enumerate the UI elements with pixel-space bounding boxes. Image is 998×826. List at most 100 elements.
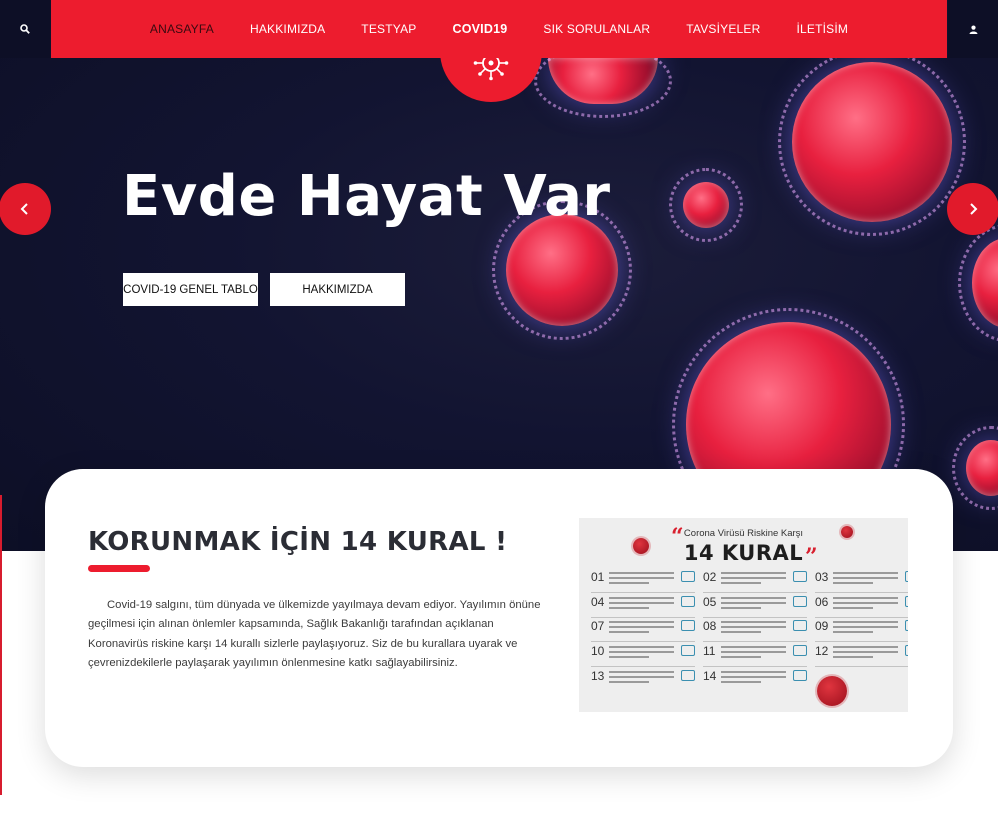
search-icon — [20, 24, 30, 34]
rule-number: 07 — [591, 619, 605, 633]
rule-number: 12 — [815, 644, 829, 658]
slider-prev-button[interactable] — [0, 183, 51, 235]
user-icon — [969, 25, 977, 34]
rule-icon — [681, 620, 695, 631]
rule-icon — [681, 571, 695, 582]
rule-item: 04 — [591, 595, 695, 617]
rule-icon — [681, 596, 695, 607]
rule-text-lines — [721, 644, 793, 661]
side-accent-line — [0, 495, 2, 795]
nav-sik-sorulanlar[interactable]: SIK SORULANLAR — [543, 22, 650, 36]
rule-item: 03 — [815, 570, 908, 592]
infographic-header: Corona Virüsü Riskine Karşı — [683, 528, 804, 539]
infographic-title: 14 KURAL — [683, 541, 804, 565]
rule-divider — [815, 641, 908, 642]
rule-number: 13 — [591, 669, 605, 683]
rules-infographic: “ ” Corona Virüsü Riskine Karşı 14 KURAL… — [579, 518, 908, 712]
rule-number: 06 — [815, 595, 829, 609]
chevron-right-icon — [970, 203, 978, 215]
rule-number: 03 — [815, 570, 829, 584]
nav-anasayfa[interactable]: ANASAYFA — [150, 22, 214, 36]
rule-divider — [703, 641, 807, 642]
rule-text-lines — [833, 570, 905, 587]
nav-iletisim[interactable]: İLETİSİM — [797, 22, 849, 36]
rule-number: 08 — [703, 619, 717, 633]
section-title: KORUNMAK İÇİN 14 KURAL ! — [88, 527, 508, 557]
search-button[interactable] — [0, 0, 50, 58]
main-navigation: ANASAYFA HAKKIMIZDA TESTYAP COVID19 SIK … — [51, 0, 947, 58]
rule-text-lines — [721, 570, 793, 587]
virus-illustration — [952, 426, 998, 510]
nav-testyap[interactable]: TESTYAP — [361, 22, 416, 36]
rule-item: 08 — [703, 619, 807, 641]
rule-text-lines — [609, 619, 681, 636]
rule-divider — [703, 617, 807, 618]
virus-illustration — [778, 48, 966, 236]
virus-illustration — [492, 200, 632, 340]
covid-table-button[interactable]: COVID-19 GENEL TABLO — [123, 273, 258, 306]
rule-divider — [703, 592, 807, 593]
rule-icon — [905, 571, 908, 582]
rule-number: 14 — [703, 669, 717, 683]
rule-number: 11 — [703, 644, 716, 658]
rule-item: 07 — [591, 619, 695, 641]
rule-item: 09 — [815, 619, 908, 641]
rule-item: 01 — [591, 570, 695, 592]
rule-icon — [905, 620, 908, 631]
rule-icon — [793, 596, 807, 607]
virus-icon — [817, 676, 847, 706]
rule-item: 13 — [591, 669, 695, 691]
rule-divider — [591, 666, 695, 667]
rule-item: 05 — [703, 595, 807, 617]
rule-text-lines — [721, 595, 793, 612]
rule-divider — [591, 617, 695, 618]
rule-divider — [815, 617, 908, 618]
rule-icon — [905, 596, 908, 607]
page: Evde Hayat Var COVID-19 GENEL TABLO HAKK… — [0, 0, 998, 826]
rule-number: 01 — [591, 570, 605, 584]
virus-illustration — [534, 44, 672, 118]
rule-item: 12 — [815, 644, 908, 666]
rule-number: 10 — [591, 644, 605, 658]
section-paragraph: Covid-19 salgını, tüm dünyada ve ülkemiz… — [88, 599, 541, 670]
rule-item: 14 — [703, 669, 807, 691]
rule-text-lines — [833, 619, 905, 636]
rule-divider — [815, 666, 908, 667]
nav-tavsiyeler[interactable]: TAVSİYELER — [686, 22, 760, 36]
nav-covid19[interactable]: COVID19 — [453, 22, 508, 36]
rule-icon — [681, 670, 695, 681]
rule-number: 09 — [815, 619, 829, 633]
rule-divider — [591, 592, 695, 593]
rule-number: 04 — [591, 595, 605, 609]
user-button[interactable] — [948, 0, 998, 58]
about-button[interactable]: HAKKIMIZDA — [270, 273, 405, 306]
rule-number: 02 — [703, 570, 717, 584]
rule-icon — [681, 645, 695, 656]
slider-next-button[interactable] — [947, 183, 998, 235]
rule-item: 10 — [591, 644, 695, 666]
rule-icon — [905, 645, 908, 656]
chevron-left-icon — [20, 203, 28, 215]
rule-item: 06 — [815, 595, 908, 617]
rule-text-lines — [721, 669, 793, 686]
nav-hakkimizda[interactable]: HAKKIMIZDA — [250, 22, 325, 36]
rule-divider — [591, 641, 695, 642]
rule-text-lines — [833, 595, 905, 612]
rule-text-lines — [833, 644, 905, 661]
rule-text-lines — [721, 619, 793, 636]
rule-icon — [793, 645, 807, 656]
rule-divider — [815, 592, 908, 593]
rule-divider — [703, 666, 807, 667]
rule-text-lines — [609, 595, 681, 612]
rule-item: 11 — [703, 644, 807, 666]
rule-icon — [793, 620, 807, 631]
rule-item: 02 — [703, 570, 807, 592]
rule-icon — [793, 670, 807, 681]
rule-icon — [793, 571, 807, 582]
virus-illustration — [958, 224, 998, 342]
rule-text-lines — [609, 644, 681, 661]
rule-number: 05 — [703, 595, 717, 609]
rule-text-lines — [609, 570, 681, 587]
hero-title: Evde Hayat Var — [122, 164, 611, 229]
virus-illustration — [669, 168, 743, 242]
